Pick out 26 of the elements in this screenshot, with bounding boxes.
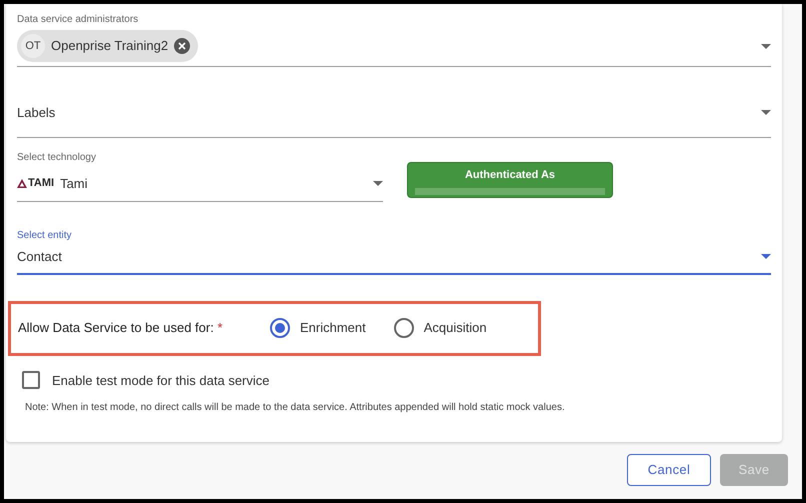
avatar-initials: OT <box>21 34 45 58</box>
dropdown-caret-icon[interactable] <box>761 110 771 116</box>
action-button[interactable]: Cancel <box>627 454 711 486</box>
note-text: Note: When in test mode, no direct calls will be made to the data service. Attributes appended will hold static mock values. <box>25 401 566 415</box>
radio-option[interactable]: Acquisition <box>394 318 487 338</box>
radio-option[interactable]: Enrichment <box>270 318 366 338</box>
brand-logo: TAMI <box>17 175 54 192</box>
dropdown-caret-icon[interactable] <box>761 44 771 48</box>
field-label: Select entity <box>17 229 72 243</box>
checkbox[interactable] <box>22 371 40 390</box>
field-value: Tami <box>60 174 88 192</box>
radio-icon[interactable] <box>270 318 290 338</box>
remove-icon[interactable] <box>174 38 190 54</box>
dropdown-caret-icon[interactable] <box>373 180 383 186</box>
entity-field[interactable]: Select entity Contact <box>17 228 771 274</box>
field-label: Select technology <box>17 150 97 164</box>
chip-name: Openprise Training2 <box>51 37 168 56</box>
checkbox-label: Enable test mode for this data service <box>52 372 270 390</box>
radio-icon[interactable] <box>394 318 414 338</box>
authenticated-badge: Authenticated As <box>407 162 613 198</box>
field-label: Data service administrators <box>17 13 140 27</box>
field-value: Contact <box>17 248 62 266</box>
dropdown-caret-icon[interactable] <box>761 254 771 260</box>
user-chip[interactable]: OT Openprise Training2 <box>17 30 198 62</box>
labels-field[interactable]: Labels <box>17 103 771 138</box>
question-label: Allow Data Service to be used for: * <box>18 319 224 338</box>
